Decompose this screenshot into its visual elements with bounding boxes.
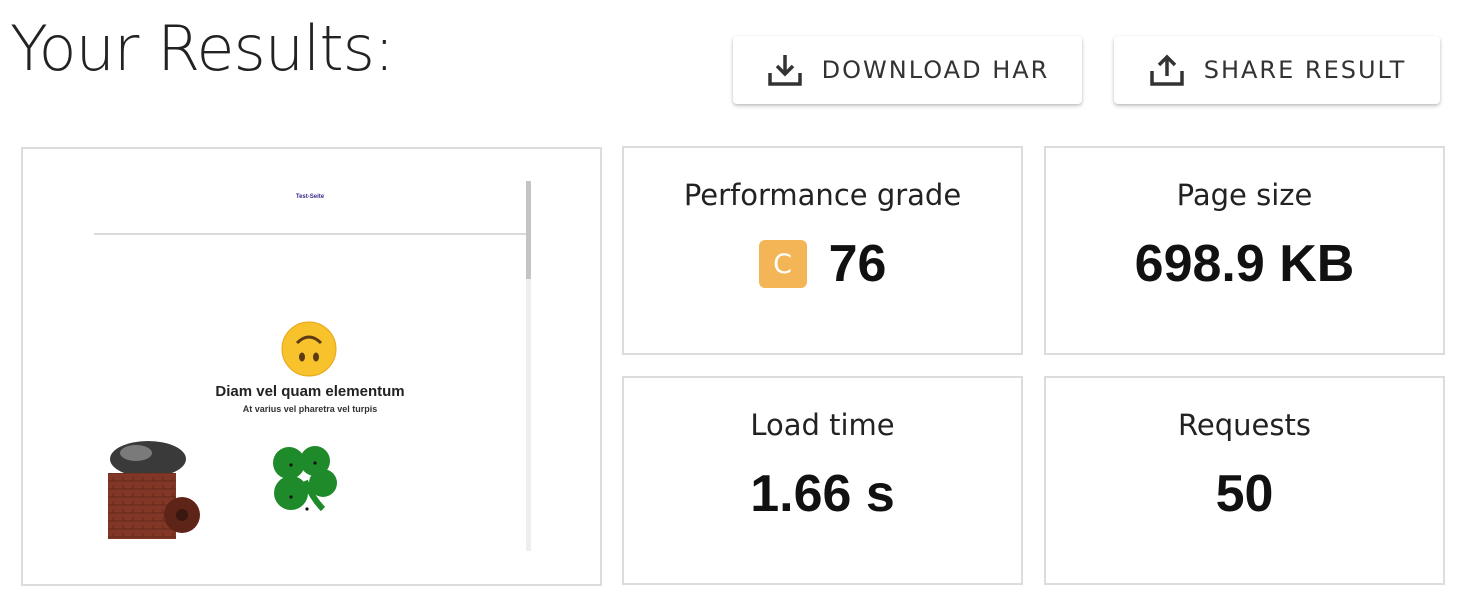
- requests-label: Requests: [1178, 408, 1311, 442]
- page-screenshot-preview: Test-Seite Diam vel quam elementum At va…: [21, 147, 602, 586]
- grade-letter-badge: C: [758, 240, 807, 288]
- preview-scrollbar-thumb: [526, 181, 531, 279]
- share-result-button[interactable]: SHARE RESULT: [1114, 36, 1440, 104]
- performance-grade-value: 76: [828, 235, 887, 293]
- cannon-image: [108, 441, 200, 539]
- clover-image: [273, 446, 337, 512]
- performance-grade-label: Performance grade: [683, 178, 962, 212]
- preview-subheading: At varius vel pharetra vel turpis: [242, 404, 378, 414]
- page-size-label: Page size: [1176, 178, 1313, 212]
- requests-value: 50: [1215, 465, 1274, 523]
- page-size-card: Page size 698.9 KB: [1044, 146, 1445, 355]
- share-result-label: SHARE RESULT: [1203, 56, 1407, 84]
- preview-site-header: Test-Seite: [295, 194, 325, 200]
- requests-card: Requests 50: [1044, 376, 1445, 585]
- download-har-button[interactable]: DOWNLOAD HAR: [733, 36, 1082, 104]
- load-time-card: Load time 1.66 s: [622, 376, 1023, 585]
- performance-grade-value-row: C 76: [624, 234, 1021, 294]
- preview-divider: [94, 233, 526, 235]
- upside-down-face-icon: [281, 321, 337, 377]
- share-icon: [1149, 54, 1184, 86]
- page-title: Your Results:: [10, 12, 395, 85]
- download-icon: [767, 55, 802, 86]
- page-size-value: 698.9 KB: [1134, 235, 1355, 293]
- preview-heading: Diam vel quam elementum: [215, 383, 405, 400]
- load-time-value: 1.66 s: [750, 465, 895, 523]
- load-time-label: Load time: [750, 408, 895, 442]
- performance-grade-card: Performance grade C 76: [622, 146, 1023, 355]
- download-har-label: DOWNLOAD HAR: [821, 56, 1050, 84]
